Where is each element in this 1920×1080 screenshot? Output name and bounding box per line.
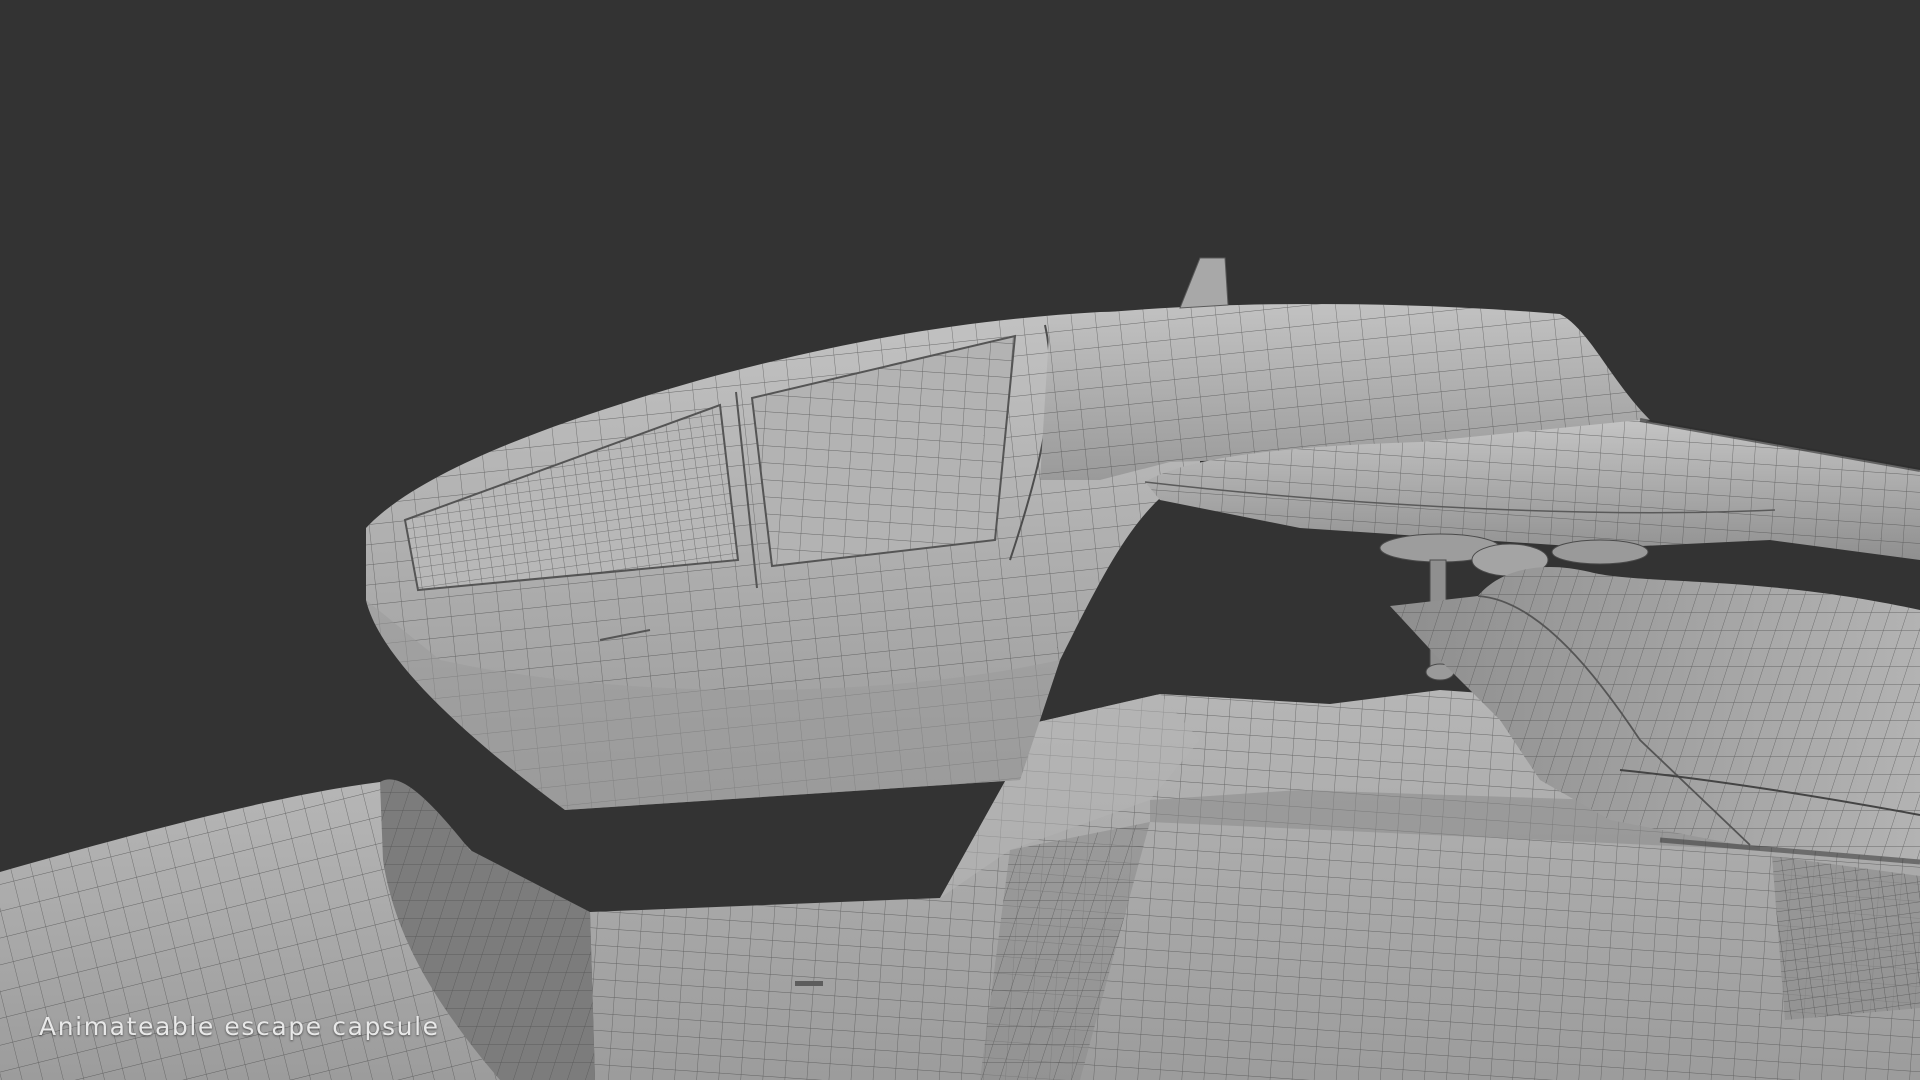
- render-viewport: Animateable escape capsule: [0, 0, 1920, 1080]
- escape-capsule-wireframe-render: [0, 257, 1920, 1080]
- render-caption: Animateable escape capsule: [39, 1012, 440, 1041]
